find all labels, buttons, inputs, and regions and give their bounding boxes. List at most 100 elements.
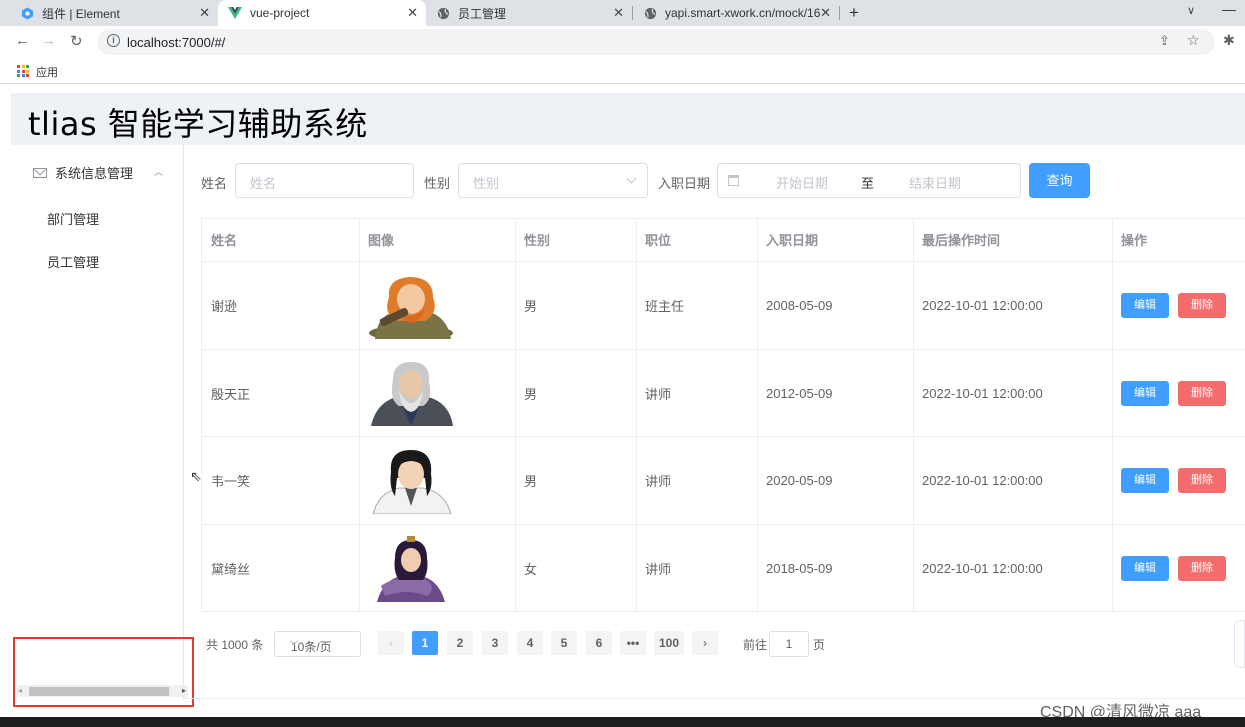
name-input[interactable]: 姓名	[235, 163, 414, 198]
delete-button[interactable]: 删除	[1178, 293, 1226, 318]
avatar	[377, 535, 445, 602]
url-text: localhost:7000/#/	[127, 35, 226, 50]
page-1-button[interactable]: 1	[412, 631, 438, 655]
cell-gender: 男	[524, 386, 538, 402]
more-pages-button[interactable]: •••	[620, 631, 646, 655]
cell-image	[359, 525, 445, 612]
page-2-button[interactable]: 2	[447, 631, 473, 655]
close-icon[interactable]: ✕	[199, 5, 210, 21]
name-label: 姓名	[201, 176, 228, 191]
browser-tab[interactable]: 员工管理 ✕	[426, 0, 632, 26]
cell-update-time: 2022-10-01 12:00:00	[922, 298, 1043, 313]
chevron-down-icon	[626, 173, 637, 184]
bookmarks-bar: 应用	[0, 58, 1245, 84]
gender-select[interactable]: 性别	[458, 163, 648, 198]
share-icon[interactable]: ⇪	[1159, 33, 1170, 49]
cell-entry-date: 2008-05-09	[766, 298, 833, 313]
chevron-down-icon[interactable]: ∨	[1187, 4, 1195, 17]
bookmark-apps[interactable]: 应用	[36, 64, 58, 80]
end-date-input[interactable]: 结束日期	[909, 173, 961, 192]
cell-name: 殷天正	[211, 386, 251, 402]
scroll-left-icon[interactable]: ◂	[18, 686, 22, 695]
forward-icon[interactable]: →	[41, 32, 56, 49]
cell-job: 班主任	[645, 299, 685, 314]
page-4-button[interactable]: 4	[517, 631, 543, 655]
browser-tab[interactable]: yapi.smart-xwork.cn/mock/16 ✕	[633, 0, 839, 26]
header-entry-date: 入职日期	[766, 233, 819, 248]
info-icon[interactable]: i	[107, 34, 120, 47]
browser-tab[interactable]: 组件 | Element ✕	[10, 0, 218, 26]
message-icon	[33, 167, 47, 178]
horizontal-scrollbar[interactable]: ◂ ▸	[17, 685, 188, 697]
element-logo-icon	[20, 6, 34, 20]
header-job: 职位	[645, 233, 672, 248]
url-input[interactable]: i localhost:7000/#/ ⇪ ☆	[97, 29, 1215, 55]
back-icon[interactable]: ←	[15, 32, 30, 49]
start-date-input[interactable]: 开始日期	[776, 173, 828, 192]
close-icon[interactable]: ✕	[820, 5, 831, 21]
sidebar-item-dept[interactable]: 部门管理	[47, 209, 99, 228]
scrollbar-thumb[interactable]	[29, 687, 169, 696]
submenu-label: 系统信息管理	[55, 166, 134, 181]
header-image: 图像	[368, 233, 395, 248]
apps-grid-icon[interactable]	[17, 65, 29, 77]
sidebar-item-emp[interactable]: 员工管理	[47, 252, 99, 271]
table-row: 谢逊 男 班主任 2008-05-09 2022-10-01 12:00:00 …	[202, 261, 1245, 349]
table-row: 黛绮丝 女 讲师 2018-05-09 2022-10-01 12:00:00 …	[202, 524, 1245, 612]
new-tab-icon[interactable]: +	[849, 3, 859, 23]
browser-tab-active[interactable]: vue-project ✕	[218, 0, 426, 26]
star-icon[interactable]: ☆	[1187, 32, 1200, 49]
edit-button[interactable]: 编辑	[1121, 468, 1169, 493]
edit-button[interactable]: 编辑	[1121, 556, 1169, 581]
cell-image	[359, 262, 453, 349]
tab-separator	[839, 6, 840, 20]
extensions-icon[interactable]: ✱	[1223, 32, 1235, 49]
close-icon[interactable]: ✕	[613, 5, 624, 21]
edit-button[interactable]: 编辑	[1121, 293, 1169, 318]
reload-icon[interactable]: ↻	[70, 32, 83, 50]
cell-job: 讲师	[645, 562, 672, 577]
scroll-right-icon[interactable]: ▸	[182, 686, 186, 695]
side-handle[interactable]	[1234, 620, 1245, 668]
page-3-button[interactable]: 3	[482, 631, 508, 655]
goto-page-input[interactable]: 1	[769, 631, 809, 657]
date-range-picker[interactable]: 开始日期 至 结束日期	[717, 163, 1021, 198]
prev-page-button[interactable]: ‹	[378, 631, 404, 655]
delete-button[interactable]: 删除	[1178, 556, 1226, 581]
browser-tab-bar: 组件 | Element ✕ vue-project ✕ 员工管理 ✕ yapi…	[0, 0, 1245, 26]
page-100-button[interactable]: 100	[654, 631, 685, 655]
taskbar	[0, 717, 1245, 727]
cell-update-time: 2022-10-01 12:00:00	[922, 473, 1043, 488]
vue-logo-icon	[228, 6, 242, 20]
date-label: 入职日期	[658, 176, 711, 191]
mouse-cursor-icon: ⇖	[190, 468, 202, 484]
cell-gender: 男	[524, 474, 538, 489]
highlight-box: ◂ ▸	[13, 637, 194, 707]
avatar	[371, 362, 453, 426]
cell-gender: 女	[524, 562, 538, 577]
gender-placeholder: 性别	[473, 176, 500, 191]
page-6-button[interactable]: 6	[586, 631, 612, 655]
globe-icon	[436, 6, 450, 20]
avatar	[372, 449, 452, 514]
page-size-select[interactable]: 10条/页	[274, 631, 361, 657]
page-5-button[interactable]: 5	[551, 631, 577, 655]
next-page-button[interactable]: ›	[692, 631, 718, 655]
cell-name: 黛绮丝	[211, 562, 251, 577]
cell-name: 韦一笑	[211, 474, 251, 489]
close-icon[interactable]: ✕	[407, 5, 418, 21]
page-title: tlias 智能学习辅助系统	[28, 105, 368, 143]
delete-button[interactable]: 删除	[1178, 381, 1226, 406]
delete-button[interactable]: 删除	[1178, 468, 1226, 493]
cell-entry-date: 2012-05-09	[766, 385, 833, 401]
edit-button[interactable]: 编辑	[1121, 381, 1169, 406]
query-button[interactable]: 查询	[1029, 163, 1090, 198]
tab-title: yapi.smart-xwork.cn/mock/16	[665, 6, 821, 20]
cell-entry-date: 2018-05-09	[766, 561, 833, 576]
header-gender: 性别	[524, 233, 551, 248]
page-suffix: 页	[813, 638, 826, 652]
minimize-icon[interactable]: —	[1222, 1, 1236, 17]
avatar	[369, 276, 453, 339]
chevron-up-icon[interactable]: ︿	[154, 165, 163, 178]
submenu-system-info[interactable]: 系统信息管理	[33, 163, 133, 182]
